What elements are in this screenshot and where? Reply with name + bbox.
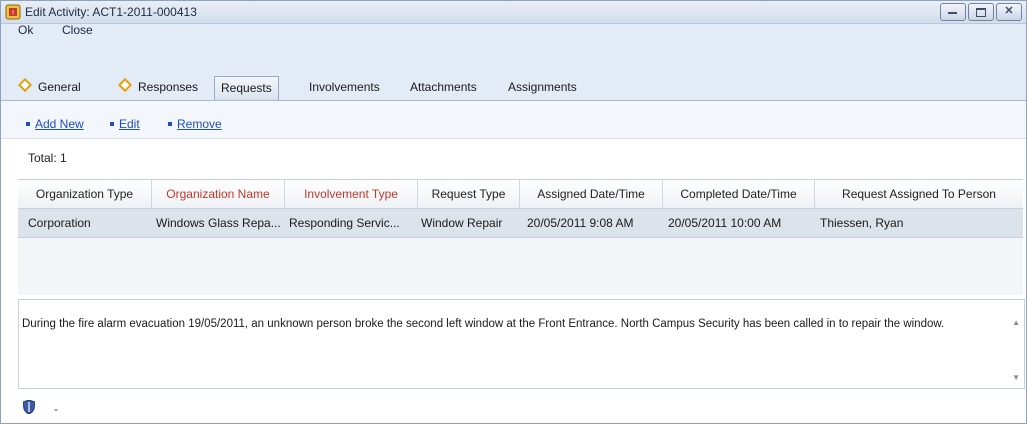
table-row[interactable]: Corporation Windows Glass Repa... Respon… [18, 209, 1023, 238]
menu-bar: Ok Close [1, 23, 1026, 64]
action-toolbar: Add New Edit Remove [1, 101, 1026, 139]
bullet-icon [168, 122, 172, 126]
cell-involvement-type: Responding Servic... [289, 216, 400, 230]
ok-menu-item[interactable]: Ok [18, 23, 33, 37]
remove-link[interactable]: Remove [177, 117, 222, 131]
cell-assigned-date: 20/05/2011 9:08 AM [527, 216, 634, 230]
modified-marker-icon [17, 77, 33, 93]
minimize-button[interactable] [940, 3, 966, 21]
requests-grid: Organization Type Organization Name Invo… [18, 179, 1023, 295]
add-new-link[interactable]: Add New [35, 117, 84, 131]
status-footer: - [1, 389, 1026, 423]
column-header-request-type[interactable]: Request Type [418, 180, 520, 208]
tab-requests[interactable]: Requests [214, 76, 279, 100]
bullet-icon [26, 122, 30, 126]
modified-marker-icon [117, 77, 133, 93]
grid-header: Organization Type Organization Name Invo… [18, 180, 1023, 209]
scroll-down-icon[interactable]: ▼ [1012, 373, 1020, 382]
cell-assigned-person: Thiessen, Ryan [820, 216, 904, 230]
edit-link[interactable]: Edit [119, 117, 140, 131]
window-title: Edit Activity: ACT1-2011-000413 [25, 5, 197, 19]
description-text: During the fire alarm evacuation 19/05/2… [22, 318, 945, 330]
close-window-button[interactable]: ✕ [996, 3, 1022, 21]
tab-involvements[interactable]: Involvements [303, 76, 386, 98]
bullet-icon [110, 122, 114, 126]
tab-assignments[interactable]: Assignments [502, 76, 583, 98]
app-icon: ! [5, 4, 21, 20]
tab-strip: General Responses Requests Involvements … [1, 64, 1026, 101]
column-header-completed-date[interactable]: Completed Date/Time [663, 180, 815, 208]
maximize-button[interactable] [968, 3, 994, 21]
title-bar: ! Edit Activity: ACT1-2011-000413 ✕ [1, 1, 1026, 24]
column-header-organization-type[interactable]: Organization Type [18, 180, 152, 208]
edit-activity-window: ! Edit Activity: ACT1-2011-000413 ✕ Ok C… [0, 0, 1027, 424]
tab-general[interactable]: General [14, 76, 87, 98]
column-header-organization-name[interactable]: Organization Name [152, 180, 285, 208]
tab-attachments[interactable]: Attachments [404, 76, 483, 98]
column-header-assigned-date[interactable]: Assigned Date/Time [520, 180, 663, 208]
svg-text:!: ! [12, 10, 14, 17]
cell-request-type: Window Repair [421, 216, 503, 230]
shield-icon [23, 400, 35, 414]
close-menu-item[interactable]: Close [62, 23, 93, 37]
scroll-up-icon[interactable]: ▲ [1012, 318, 1020, 327]
description-box[interactable]: During the fire alarm evacuation 19/05/2… [18, 299, 1025, 389]
cell-organization-type: Corporation [28, 216, 91, 230]
cell-organization-name: Windows Glass Repa... [156, 216, 281, 230]
tab-responses[interactable]: Responses [114, 76, 204, 98]
column-header-involvement-type[interactable]: Involvement Type [285, 180, 418, 208]
column-header-assigned-person[interactable]: Request Assigned To Person [815, 180, 1023, 208]
total-count: Total: 1 [28, 151, 67, 165]
cell-completed-date: 20/05/2011 10:00 AM [668, 216, 782, 230]
footer-status-text: - [54, 402, 58, 416]
